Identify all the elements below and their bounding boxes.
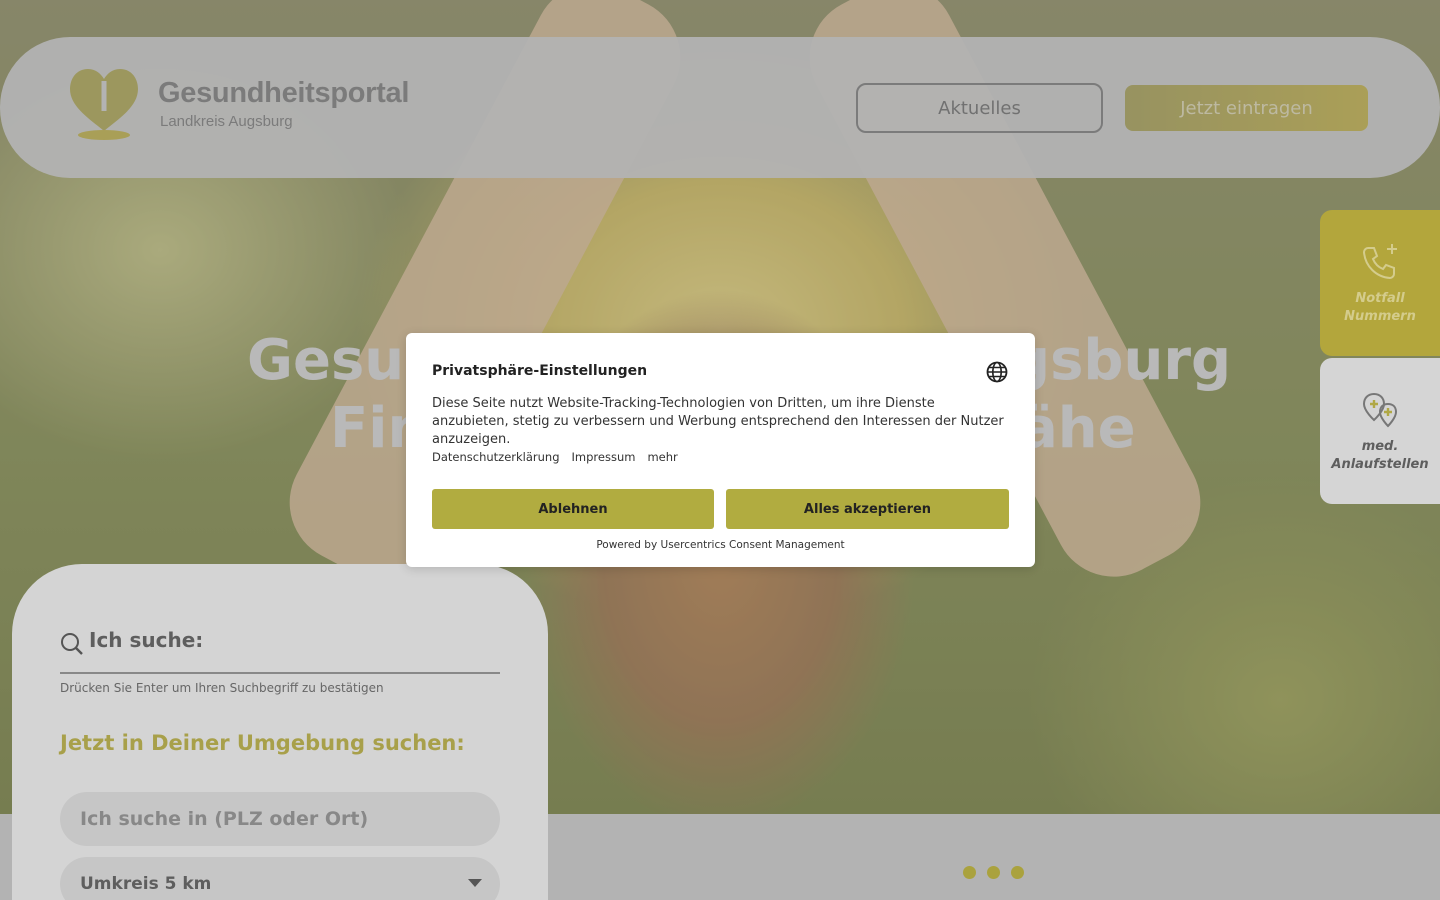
med-label-line2: Anlaufstellen [1331,457,1429,472]
privacy-link[interactable]: Datenschutzerklärung [432,450,560,464]
map-pins-icon [1362,392,1398,428]
med-label-line1: med. [1361,439,1399,454]
carousel-dot[interactable] [987,866,1000,879]
accept-all-button[interactable]: Alles akzeptieren [726,489,1009,529]
consent-dialog: Privatsphäre-Einstellungen Diese Seite n… [406,333,1035,567]
notfall-nummern-tab[interactable]: Notfall Nummern [1320,210,1440,356]
consent-text: Diese Seite nutzt Website-Tracking-Techn… [432,396,1004,447]
deny-button[interactable]: Ablehnen [432,489,714,529]
notfall-label-line1: Notfall [1355,291,1405,306]
search-input-label[interactable]: Ich suche: [89,628,203,652]
search-hint: Drücken Sie Enter um Ihren Suchbegriff z… [60,681,384,695]
phone-plus-icon [1362,244,1397,280]
search-icon [60,632,84,656]
carousel-dot[interactable] [963,866,976,879]
consent-title: Privatsphäre-Einstellungen [432,363,648,379]
radius-select-value: Umkreis 5 km [80,874,212,894]
consent-links: Datenschutzerklärung Impressum mehr [432,450,678,464]
powered-by: Powered by Usercentrics Consent Manageme… [596,539,845,551]
chevron-down-icon [468,879,482,887]
search-input-underline [60,672,500,674]
carousel-dot[interactable] [1011,866,1024,879]
med-anlaufstellen-tab[interactable]: med. Anlaufstellen [1320,358,1440,504]
imprint-link[interactable]: Impressum [572,450,636,464]
carousel-pagination [963,866,1024,879]
more-link[interactable]: mehr [647,450,677,464]
radius-select[interactable]: Umkreis 5 km [60,857,500,900]
notfall-label-line2: Nummern [1344,309,1416,324]
globe-icon[interactable] [986,361,1008,383]
near-search-title: Jetzt in Deiner Umgebung suchen: [60,731,465,755]
plz-input[interactable]: Ich suche in (PLZ oder Ort) [60,792,500,846]
